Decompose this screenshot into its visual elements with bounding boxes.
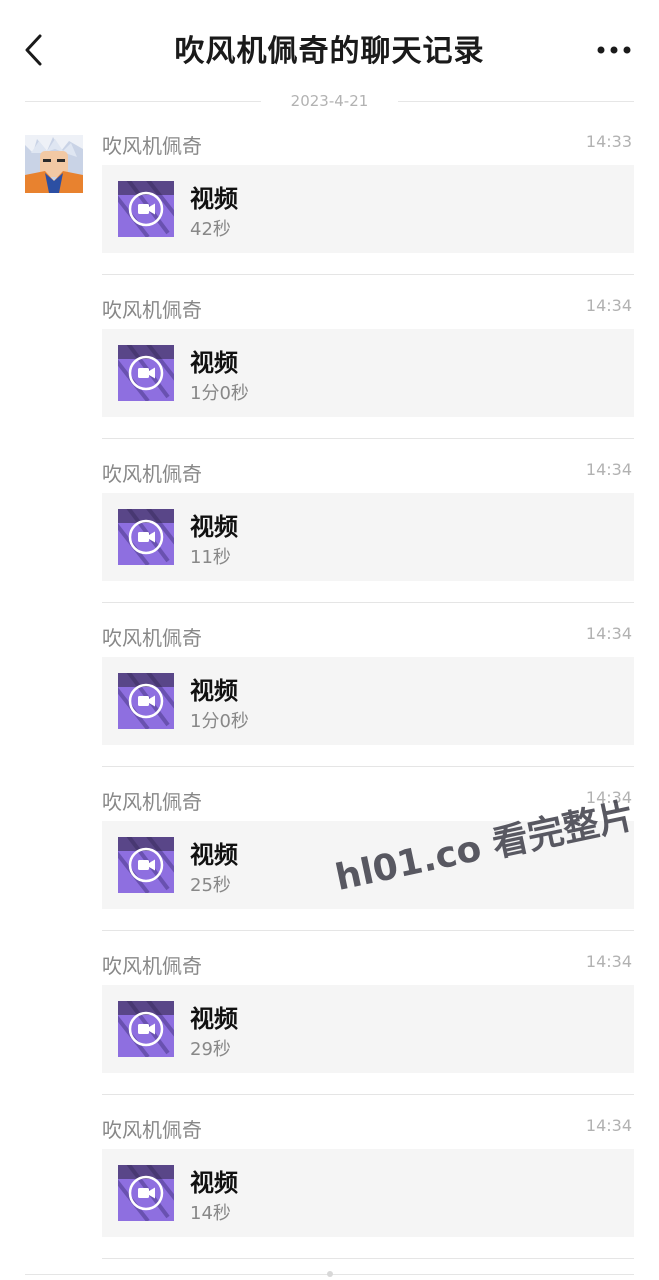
sender-name: 吹风机佩奇 <box>102 790 202 814</box>
message-time: 14:34 <box>585 952 632 971</box>
message-time: 14:33 <box>585 132 632 151</box>
video-label: 视频 <box>190 185 238 213</box>
date-divider: 2023-4-21 <box>25 90 634 114</box>
sender-name: 吹风机佩奇 <box>102 954 202 978</box>
message-list: 吹风机佩奇 14:33 视频 42秒 吹风机佩奇 14:34 视频 1分0秒 吹… <box>102 128 634 1276</box>
video-duration: 1分0秒 <box>190 383 249 404</box>
message-item: 吹风机佩奇 14:34 视频 11秒 <box>102 456 634 620</box>
sender-name: 吹风机佩奇 <box>102 1118 202 1142</box>
video-message-card[interactable]: 视频 1分0秒 <box>102 329 634 417</box>
message-separator <box>102 1094 634 1095</box>
anime-avatar-image <box>25 135 83 193</box>
video-thumbnail <box>118 509 174 565</box>
video-label: 视频 <box>190 513 238 541</box>
video-duration: 1分0秒 <box>190 711 249 732</box>
message-item: 吹风机佩奇 14:33 视频 42秒 <box>102 128 634 292</box>
video-thumbnail <box>118 181 174 237</box>
video-thumbnail <box>118 345 174 401</box>
message-separator <box>102 766 634 767</box>
message-item: 吹风机佩奇 14:34 视频 29秒 <box>102 948 634 1112</box>
message-time: 14:34 <box>585 296 632 315</box>
sender-name: 吹风机佩奇 <box>102 462 202 486</box>
message-time: 14:34 <box>585 624 632 643</box>
message-separator <box>102 1258 634 1259</box>
video-label: 视频 <box>190 677 238 705</box>
video-label: 视频 <box>190 1169 238 1197</box>
message-separator <box>102 438 634 439</box>
more-options-button[interactable] <box>595 40 635 60</box>
video-message-card[interactable]: 视频 42秒 <box>102 165 634 253</box>
message-separator <box>102 930 634 931</box>
video-label: 视频 <box>190 1005 238 1033</box>
message-time: 14:34 <box>585 1116 632 1135</box>
message-time: 14:34 <box>585 460 632 479</box>
more-horizontal-icon <box>597 46 631 54</box>
video-label: 视频 <box>190 841 238 869</box>
video-thumbnail <box>118 673 174 729</box>
video-duration: 29秒 <box>190 1039 231 1060</box>
sender-name: 吹风机佩奇 <box>102 134 202 158</box>
video-duration: 25秒 <box>190 875 231 896</box>
message-item: 吹风机佩奇 14:34 视频 14秒 <box>102 1112 634 1276</box>
message-separator <box>102 602 634 603</box>
sender-name: 吹风机佩奇 <box>102 298 202 322</box>
message-separator <box>102 274 634 275</box>
video-label: 视频 <box>190 349 238 377</box>
message-item: 吹风机佩奇 14:34 视频 1分0秒 <box>102 292 634 456</box>
video-message-card[interactable]: 视频 11秒 <box>102 493 634 581</box>
message-item: 吹风机佩奇 14:34 视频 1分0秒 <box>102 620 634 784</box>
video-duration: 14秒 <box>190 1203 231 1224</box>
divider-line-right <box>398 101 634 102</box>
sender-name: 吹风机佩奇 <box>102 626 202 650</box>
video-thumbnail <box>118 837 174 893</box>
video-thumbnail <box>118 1165 174 1221</box>
video-message-card[interactable]: 视频 1分0秒 <box>102 657 634 745</box>
video-message-card[interactable]: 视频 29秒 <box>102 985 634 1073</box>
video-message-card[interactable]: 视频 14秒 <box>102 1149 634 1237</box>
header-bar: 吹风机佩奇的聊天记录 <box>0 0 659 100</box>
scroll-indicator <box>327 1271 333 1277</box>
avatar[interactable] <box>25 135 83 193</box>
video-duration: 42秒 <box>190 219 231 240</box>
video-thumbnail <box>118 1001 174 1057</box>
page-title: 吹风机佩奇的聊天记录 <box>174 34 485 69</box>
video-duration: 11秒 <box>190 547 231 568</box>
